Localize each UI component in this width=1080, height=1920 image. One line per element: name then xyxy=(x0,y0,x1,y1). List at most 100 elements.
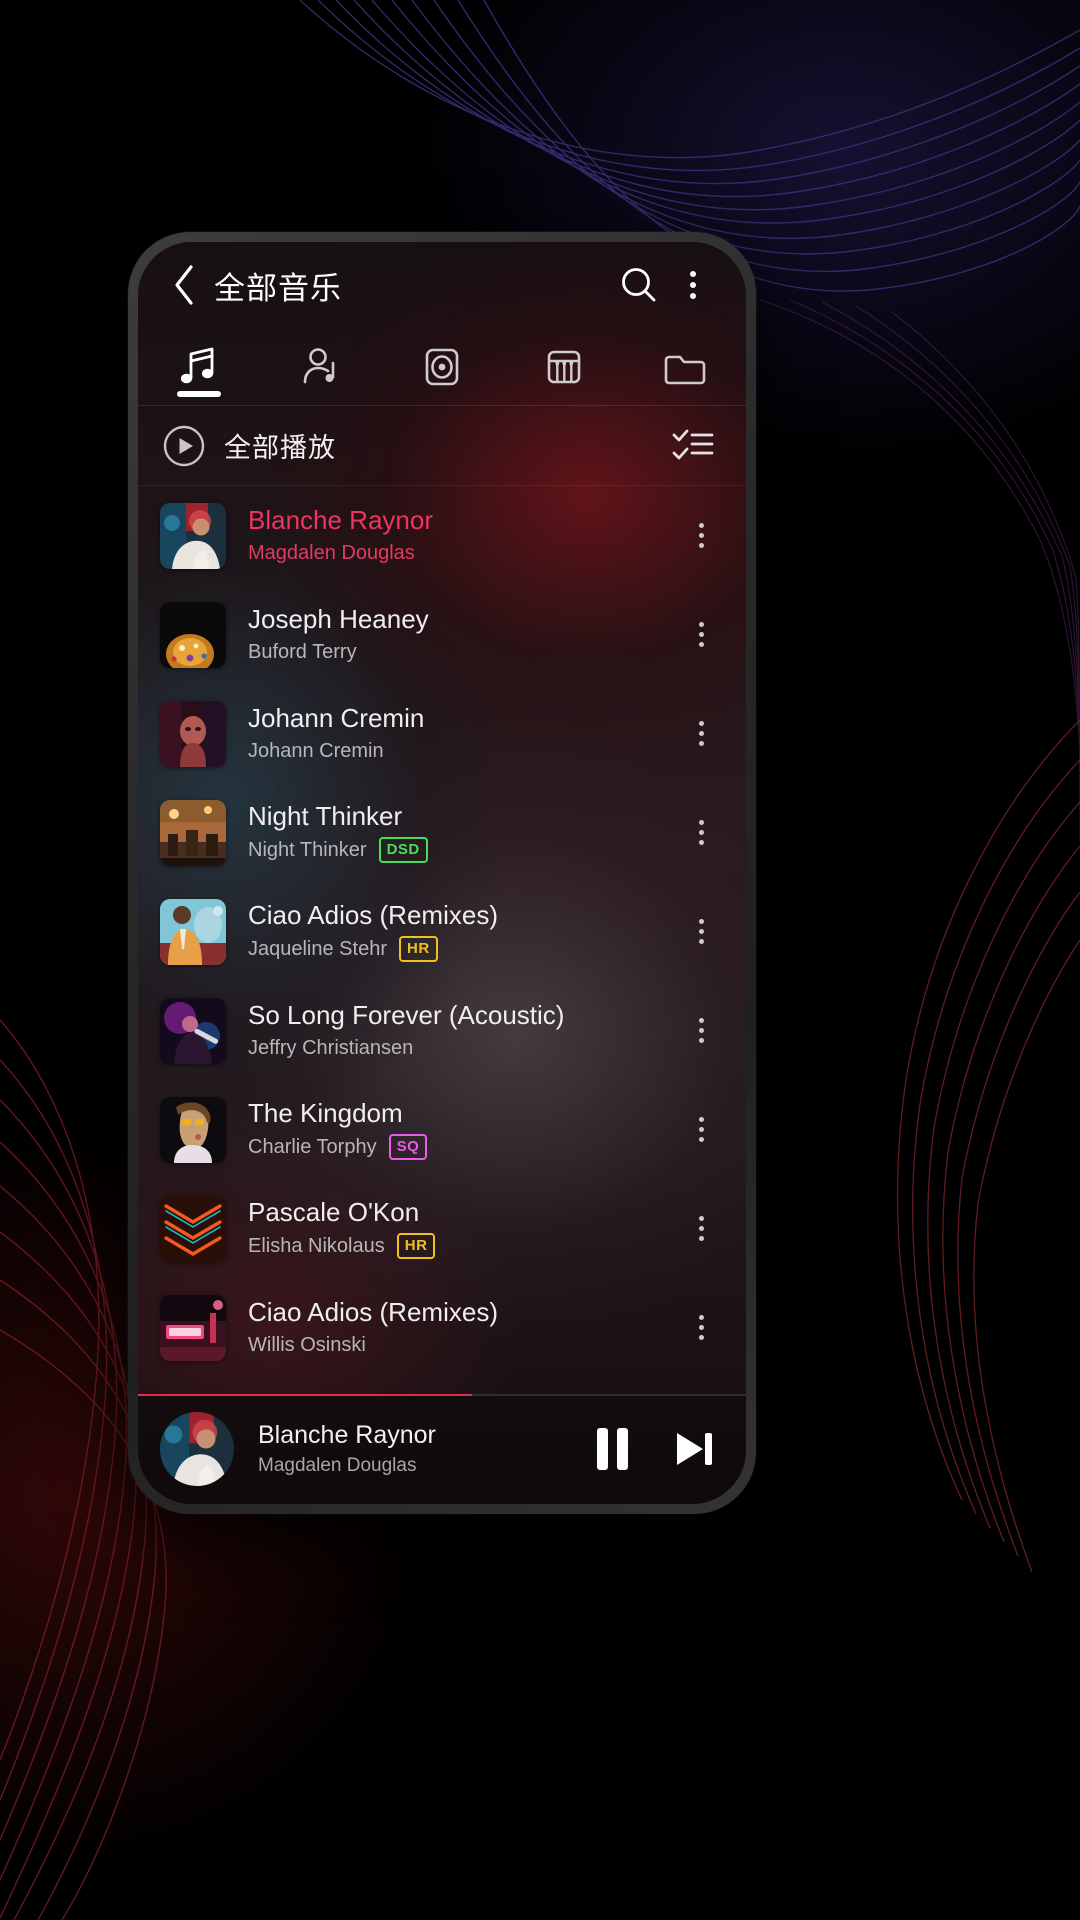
mini-player-album-art[interactable] xyxy=(160,1412,234,1486)
tab-bar xyxy=(138,328,746,406)
song-artist: Johann Cremin xyxy=(248,739,384,762)
play-all-label: 全部播放 xyxy=(224,433,336,463)
overflow-menu-button[interactable] xyxy=(666,258,720,312)
song-title: Joseph Heaney xyxy=(248,605,429,635)
song-artist: Charlie Torphy xyxy=(248,1135,377,1158)
album-art-thumbnail xyxy=(160,502,226,569)
checklist-icon xyxy=(672,429,714,459)
table-row[interactable]: Ciao Adios (Remixes) Willis Osinski xyxy=(138,1278,746,1377)
album-art-thumbnail xyxy=(160,700,226,767)
song-artist: Willis Osinski xyxy=(248,1333,366,1356)
album-art-thumbnail xyxy=(160,997,226,1064)
album-art-5 xyxy=(160,997,226,1064)
kebab-menu-icon xyxy=(698,919,704,944)
song-title: Blanche Raynor xyxy=(248,506,433,536)
chevron-left-icon xyxy=(175,265,193,305)
now-playing-artist: Magdalen Douglas xyxy=(258,1455,417,1476)
play-all-row[interactable]: 全部播放 xyxy=(138,406,746,486)
song-subtitle-row: Elisha Nikolaus HR xyxy=(248,1233,674,1260)
search-button[interactable] xyxy=(612,258,666,312)
song-artist: Jeffry Christiansen xyxy=(248,1036,414,1059)
song-subtitle-row: Charlie Torphy SQ xyxy=(248,1134,674,1161)
mini-player-text: Blanche Raynor Magdalen Douglas xyxy=(258,1421,570,1477)
quality-badge: SQ xyxy=(388,1134,428,1161)
tab-genres[interactable] xyxy=(503,328,625,405)
song-artist: Night Thinker xyxy=(248,838,367,861)
tab-artists[interactable] xyxy=(260,328,382,405)
page-title: 全部音乐 xyxy=(214,270,342,306)
kebab-menu-icon xyxy=(690,271,696,299)
song-title: So Long Forever (Acoustic) xyxy=(248,1001,565,1031)
song-overflow-button[interactable] xyxy=(674,1095,728,1165)
song-text: Blanche Raynor Magdalen Douglas xyxy=(248,506,674,565)
song-subtitle-row: Johann Cremin xyxy=(248,740,674,763)
table-row[interactable]: Joseph Heaney Buford Terry xyxy=(138,585,746,684)
song-title: Pascale O'Kon xyxy=(248,1197,420,1227)
quality-badge: HR xyxy=(398,936,438,963)
music-notes-icon xyxy=(180,347,214,383)
album-art-thumbnail xyxy=(160,1195,226,1262)
album-art-now-playing xyxy=(160,1412,234,1486)
table-row[interactable]: Pascale O'Kon Elisha Nikolaus HR xyxy=(138,1179,746,1278)
song-artist: Buford Terry xyxy=(248,640,357,663)
table-row[interactable]: Johann Cremin Johann Cremin xyxy=(138,684,746,783)
song-artist: Magdalen Douglas xyxy=(248,541,415,564)
kebab-menu-icon xyxy=(698,523,704,548)
song-text: The Kingdom Charlie Torphy SQ xyxy=(248,1099,674,1161)
song-artist: Elisha Nikolaus xyxy=(248,1234,385,1257)
song-text: So Long Forever (Acoustic) Jeffry Christ… xyxy=(248,1001,674,1060)
next-track-button[interactable] xyxy=(666,1421,722,1477)
song-list[interactable]: Blanche Raynor Magdalen Douglas Joseph H… xyxy=(138,486,746,1394)
song-overflow-button[interactable] xyxy=(674,1194,728,1264)
song-title: Night Thinker xyxy=(248,801,403,831)
multiselect-button[interactable] xyxy=(666,419,720,473)
song-overflow-button[interactable] xyxy=(674,996,728,1066)
now-playing-title: Blanche Raynor xyxy=(258,1421,436,1449)
album-art-1 xyxy=(160,601,226,668)
tab-songs[interactable] xyxy=(138,328,260,405)
album-art-thumbnail xyxy=(160,1294,226,1361)
song-title: Ciao Adios (Remixes) xyxy=(248,1298,498,1328)
table-row[interactable]: So Long Forever (Acoustic) Jeffry Christ… xyxy=(138,981,746,1080)
playback-progress-bar[interactable] xyxy=(138,1394,746,1396)
playback-progress-fill xyxy=(138,1394,473,1396)
table-row[interactable]: Blanche Raynor Magdalen Douglas xyxy=(138,486,746,585)
song-overflow-button[interactable] xyxy=(674,798,728,868)
song-title: Johann Cremin xyxy=(248,704,425,734)
back-button[interactable] xyxy=(160,261,208,309)
kebab-menu-icon xyxy=(698,1018,704,1043)
song-text: Night Thinker Night Thinker DSD xyxy=(248,802,674,864)
pause-icon xyxy=(596,1428,628,1470)
album-art-2 xyxy=(160,700,226,767)
folder-icon xyxy=(664,355,706,384)
table-row[interactable]: Night Thinker Night Thinker DSD xyxy=(138,783,746,882)
song-title: Ciao Adios (Remixes) xyxy=(248,900,498,930)
table-row[interactable]: Ciao Adios (Remixes) Jaqueline Stehr HR xyxy=(138,882,746,981)
tab-albums[interactable] xyxy=(381,328,503,405)
song-overflow-button[interactable] xyxy=(674,897,728,967)
album-disc-icon xyxy=(425,348,459,385)
pause-button[interactable] xyxy=(584,1421,640,1477)
tab-folders[interactable] xyxy=(624,328,746,405)
song-overflow-button[interactable] xyxy=(674,1293,728,1363)
song-subtitle-row: Jeffry Christiansen xyxy=(248,1037,674,1060)
album-art-thumbnail xyxy=(160,898,226,965)
song-overflow-button[interactable] xyxy=(674,501,728,571)
song-text: Johann Cremin Johann Cremin xyxy=(248,704,674,763)
album-art-thumbnail xyxy=(160,799,226,866)
album-art-0 xyxy=(160,502,226,569)
search-icon xyxy=(622,268,656,302)
album-art-thumbnail xyxy=(160,1096,226,1163)
album-art-7 xyxy=(160,1195,226,1262)
app-header: 全部音乐 xyxy=(138,242,746,328)
artist-icon xyxy=(304,347,335,383)
song-text: Ciao Adios (Remixes) Willis Osinski xyxy=(248,1298,674,1357)
mini-player[interactable]: Blanche Raynor Magdalen Douglas xyxy=(138,1394,746,1504)
song-subtitle-row: Buford Terry xyxy=(248,641,674,664)
kebab-menu-icon xyxy=(698,721,704,746)
album-art-4 xyxy=(160,898,226,965)
table-row[interactable]: The Kingdom Charlie Torphy SQ xyxy=(138,1080,746,1179)
song-overflow-button[interactable] xyxy=(674,600,728,670)
phone-frame: 全部音乐 全部播放 Blanche Raynor Magdalen Dougla… xyxy=(128,232,756,1514)
song-overflow-button[interactable] xyxy=(674,699,728,769)
